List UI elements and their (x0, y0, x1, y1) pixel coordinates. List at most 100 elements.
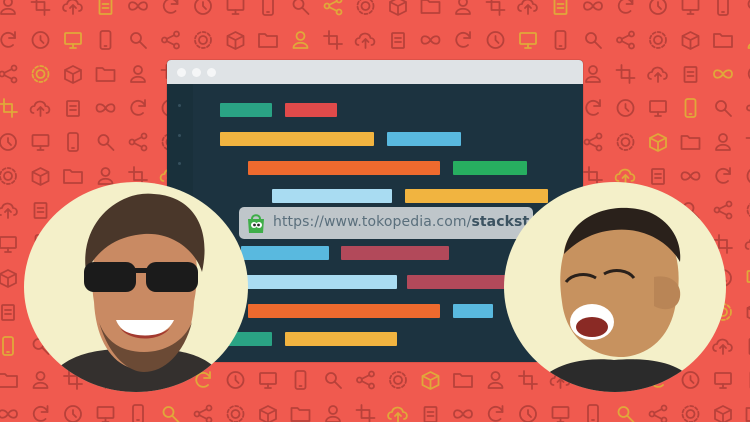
gear-icon (649, 31, 667, 49)
box-icon (681, 31, 700, 50)
monitor-icon (681, 0, 700, 15)
cloud-upload-icon (517, 0, 538, 15)
box-icon (259, 405, 277, 422)
code-line-block (241, 246, 329, 260)
cloud-upload-icon (62, 0, 83, 15)
clipboard-icon (683, 66, 698, 83)
clock-icon (486, 31, 505, 49)
box-icon (714, 405, 732, 422)
share-icon (583, 132, 603, 152)
monitor-icon (64, 32, 82, 49)
clipboard-icon (98, 0, 113, 15)
clock-icon (616, 99, 635, 117)
refresh-icon (32, 405, 49, 422)
phone-icon (262, 0, 274, 16)
phone-icon (684, 98, 697, 118)
infinity-icon (583, 1, 603, 11)
window-dot-maximize (207, 67, 216, 77)
phone-icon (717, 0, 729, 16)
crop-icon (485, 0, 506, 16)
code-line-block (453, 161, 527, 175)
share-icon (128, 132, 148, 152)
search-icon (585, 32, 602, 49)
monitor-icon (226, 0, 245, 15)
person-right-illustration (534, 207, 699, 392)
folder-icon (0, 373, 18, 388)
cloud-upload-icon (387, 406, 408, 422)
phone-icon (132, 404, 144, 422)
code-line-block (241, 275, 397, 289)
box-icon (389, 0, 407, 16)
clock-icon (194, 0, 212, 15)
folder-icon (713, 33, 733, 48)
avatar-right (504, 182, 726, 392)
code-line-block (407, 275, 509, 289)
monitor-icon (519, 32, 537, 49)
monitor-icon (649, 100, 667, 117)
code-line-block (220, 132, 374, 146)
code-line-block (248, 161, 440, 175)
gear-icon (31, 65, 50, 83)
box-icon (649, 133, 667, 152)
monitor-icon (259, 372, 277, 389)
clipboard-icon (553, 0, 568, 15)
share-icon (161, 30, 180, 50)
crop-icon (355, 404, 376, 422)
person-icon (487, 371, 504, 389)
search-icon (325, 372, 342, 389)
code-line-block (272, 189, 392, 203)
infinity-icon (128, 1, 148, 11)
search-icon (130, 32, 147, 49)
code-line-block (220, 103, 272, 117)
editor-titlebar (167, 60, 583, 84)
cloud-upload-icon (0, 202, 18, 219)
monitor-icon (96, 406, 115, 422)
folder-icon (453, 373, 473, 388)
refresh-icon (617, 0, 634, 14)
phone-icon (294, 370, 307, 390)
infinity-icon (0, 409, 18, 419)
refresh-icon (162, 0, 179, 14)
gear-icon (681, 405, 700, 422)
search-icon (292, 0, 310, 15)
person-icon (130, 65, 146, 83)
gear-icon (356, 0, 375, 15)
person-icon (325, 405, 341, 422)
crop-icon (30, 0, 51, 16)
person-icon (0, 0, 16, 15)
cloud-upload-icon (647, 66, 668, 83)
phone-icon (99, 30, 112, 50)
gear-icon (194, 31, 212, 49)
refresh-icon (130, 99, 146, 116)
phone-icon (67, 132, 79, 152)
crop-icon (745, 137, 750, 139)
cloud-upload-icon (744, 238, 750, 250)
cloud-upload-icon (29, 100, 51, 117)
monitor-icon (551, 406, 570, 422)
url-prefix: https://www.tokopedia.com/ (273, 214, 472, 230)
share-icon (0, 64, 18, 84)
code-line-block (453, 304, 493, 318)
person-left-illustration (44, 193, 229, 392)
folder-icon (258, 33, 278, 48)
refresh-icon (0, 31, 16, 48)
clock-icon (64, 405, 82, 422)
window-dot-close (177, 67, 186, 77)
clipboard-icon (66, 100, 80, 117)
search-icon (617, 406, 635, 422)
clipboard-icon (1, 304, 15, 321)
clipboard-icon (423, 406, 438, 422)
share-icon (356, 370, 375, 390)
search-icon (715, 100, 732, 117)
code-line-block (248, 304, 440, 318)
url-bar[interactable]: https://www.tokopedia.com/stackstore (239, 207, 555, 239)
gear-icon (616, 133, 635, 151)
person-icon (715, 133, 731, 151)
share-icon (616, 30, 635, 50)
person-icon (292, 31, 309, 49)
share-icon (193, 404, 213, 422)
code-line-block (387, 132, 461, 146)
clock-icon (519, 405, 537, 422)
window-dot-minimize (192, 67, 201, 77)
search-icon (97, 134, 115, 151)
